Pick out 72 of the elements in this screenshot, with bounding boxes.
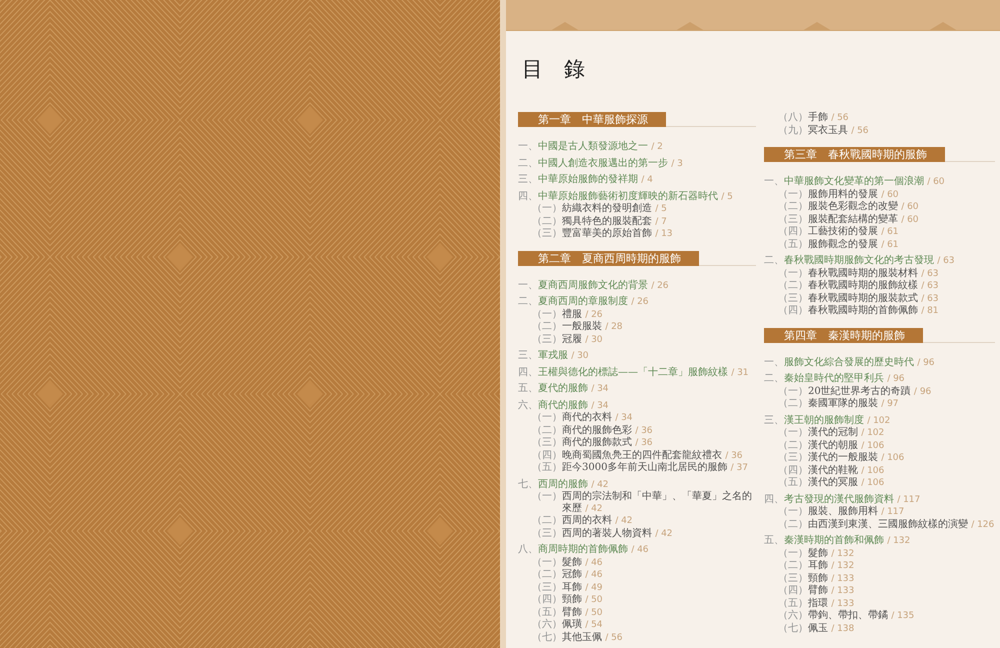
toc-entry: （二）春秋戰國時期的服飾紋樣 / 63 [778, 280, 939, 292]
toc-entry: 五、秦漢時期的首飾和佩飾 / 132 [764, 535, 910, 548]
toc-entry: （一）紡織衣料的發明創造 / 5 [532, 203, 667, 216]
toc-entry: （三）商代的服飾款式 / 36 [532, 437, 653, 450]
toc-entry: 一、中華服飾文化變革的第一個浪潮 / 60 [764, 176, 945, 188]
toc-entry: 二、中國人創造衣服邁出的第一步 / 3 [518, 158, 683, 170]
toc-entry: （一）西周的宗法制和「中華」、「華夏」之名的來歷 / 42 [532, 491, 753, 514]
toc-entry: （六）帶鉤、帶扣、帶鐍 / 135 [778, 610, 914, 622]
toc-entry: （二）秦國軍隊的服裝 / 97 [778, 398, 899, 410]
toc-entry: （二）冠飾 / 46 [532, 569, 603, 582]
toc-entry: （二）漢代的朝服 / 106 [778, 440, 884, 452]
page-title: 目 錄 [522, 56, 585, 82]
toc-entry: 八、商周時期的首飾佩飾 / 46 [518, 544, 649, 556]
toc-entry: 七、西周的服飾 / 42 [518, 478, 609, 490]
toc-entry: 四、王權與德化的標誌——「十二章」服飾紋樣 / 31 [518, 366, 749, 379]
chapter-heading: 第二章 夏商西周時期的服飾 [518, 250, 699, 266]
toc-entry: （三）耳飾 / 49 [532, 582, 603, 594]
toc-entry: （三）漢代的一般服裝 / 106 [778, 452, 904, 464]
toc-entry: （九）冥衣玉具 / 56 [778, 124, 869, 137]
toc-entry: （一）服裝、服飾用料 / 117 [778, 506, 904, 518]
toc-entry: （二）耳飾 / 132 [778, 560, 854, 572]
toc-entry: （三）冠履 / 30 [532, 334, 603, 346]
toc-entry: （五）臂飾 / 50 [532, 606, 603, 618]
toc-entry: （一）漢代的冠制 / 102 [778, 427, 884, 440]
toc-entry: （一）髮飾 / 46 [532, 556, 603, 569]
toc-entry: （二）西周的衣料 / 42 [532, 515, 633, 528]
toc-entry: （七）其他玉佩 / 56 [532, 632, 623, 644]
toc-entry: 三、漢王朝的服飾制度 / 102 [764, 414, 890, 426]
chapter-heading: 第三章 春秋戰國時期的服飾 [764, 147, 945, 162]
toc-entry: （七）佩玉 / 138 [778, 622, 854, 635]
toc-entry: （四）臂飾 / 133 [778, 585, 854, 598]
toc-entry: （一）服飾用料的發展 / 60 [778, 188, 899, 200]
toc-entry: （二）商代的服飾色彩 / 36 [532, 424, 653, 436]
toc-entry: （五）指環 / 133 [778, 598, 854, 610]
toc-entry: 四、中華原始服飾藝術初度輝映的新石器時代 / 5 [518, 190, 733, 202]
toc-entry: 二、夏商西周的章服制度 / 26 [518, 296, 649, 308]
toc-entry: （六）佩璜 / 54 [532, 619, 603, 632]
toc-entry: 四、考古發現的漢代服飾資料 / 117 [764, 494, 920, 506]
toc-entry: （三）西周的著裝人物資料 / 42 [532, 528, 673, 540]
chapter-heading: 第四章 秦漢時期的服飾 [764, 328, 923, 342]
toc-entry: 三、軍戎服 / 30 [518, 350, 589, 362]
toc-entry: （二）獨具特色的服裝配套 / 7 [532, 216, 667, 228]
toc-entry: （三）頸飾 / 133 [778, 572, 854, 584]
toc-entry: 一、夏商西周服飾文化的背景 / 26 [518, 280, 669, 292]
toc-entry: （四）漢代的鞋靴 / 106 [778, 464, 884, 476]
toc-entry: （四）春秋戰國時期的首飾佩飾 / 81 [778, 305, 939, 318]
toc-entry: （五）漢代的冥服 / 106 [778, 477, 884, 490]
toc-entry: （一）20世紀世界考古的奇蹟 / 96 [778, 386, 932, 398]
toc-entry: （一）髮飾 / 132 [778, 548, 854, 560]
toc-entry: （三）豐富華美的原始首飾 / 13 [532, 228, 673, 240]
toc-entry: （一）商代的衣料 / 34 [532, 412, 633, 424]
toc-entry: （一）禮服 / 26 [532, 308, 603, 320]
toc-entry: （一）春秋戰國時期的服裝材料 / 63 [778, 268, 939, 280]
toc-entry: （八）手飾 / 56 [778, 112, 849, 124]
toc-entry: （四）工藝技術的發展 / 61 [778, 226, 899, 238]
toc-entry: 二、秦始皇時代的堅甲利兵 / 96 [764, 373, 905, 386]
toc-entry: 五、夏代的服飾 / 34 [518, 383, 609, 396]
toc-entry: （五）距今3000多年前天山南北居民的服飾 / 37 [532, 462, 748, 474]
toc-entry: （二）一般服裝 / 28 [532, 321, 623, 334]
toc-entry: 一、服飾文化綜合發展的歷史時代 / 96 [764, 356, 935, 369]
toc-entry: 六、商代的服飾 / 34 [518, 400, 609, 412]
toc-entry: （四）頸飾 / 50 [532, 594, 603, 606]
toc-entry: （二）由西漢到東漢、三國服飾紋樣的演變 / 126 [778, 518, 994, 531]
chapter-heading: 第一章 中華服飾探源 [518, 112, 666, 127]
toc-entry: （三）服裝配套結構的變革 / 60 [778, 214, 919, 226]
toc-entry: （五）服飾觀念的發展 / 61 [778, 238, 899, 251]
toc-entry: （二）服裝色彩觀念的改變 / 60 [778, 201, 919, 214]
toc-entry: 二、春秋戰國時期服飾文化的考古發現 / 63 [764, 255, 955, 268]
toc-entry: （四）晚商蜀國魚鳧王的四件配套龍紋禮衣 / 36 [532, 450, 743, 462]
toc-entry: 三、中華原始服飾的發祥期 / 4 [518, 174, 653, 186]
toc-entry: （三）春秋戰國時期的服裝款式 / 63 [778, 292, 939, 304]
toc-entry: 一、中國是古人類發源地之一 / 2 [518, 141, 663, 154]
